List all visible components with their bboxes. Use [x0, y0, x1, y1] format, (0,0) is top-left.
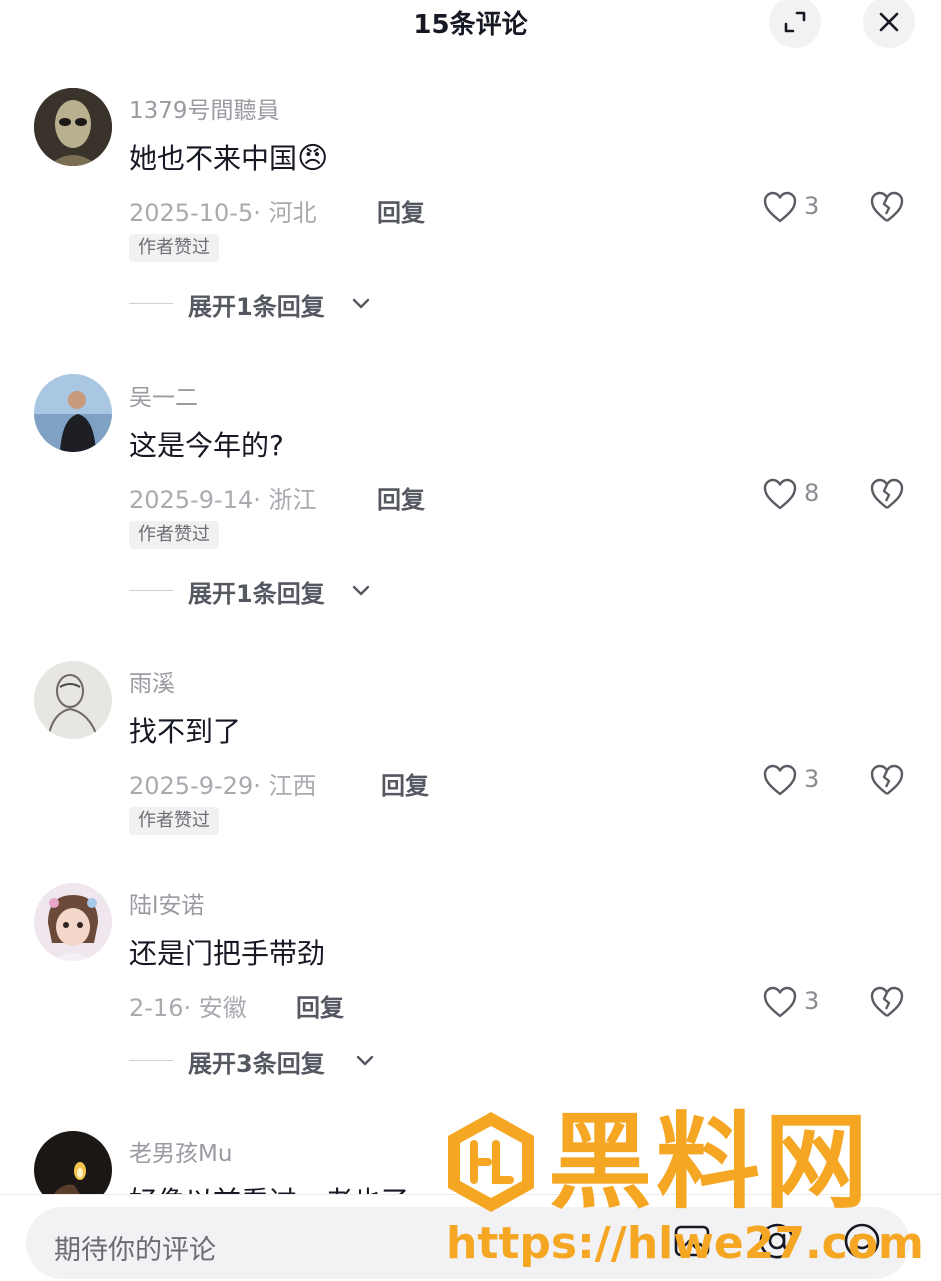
heart-icon	[763, 764, 797, 796]
author-liked-badge: 作者赞过	[129, 234, 219, 262]
comment-username[interactable]: 老男孩Mu	[129, 1134, 232, 1168]
expand-replies-label: 展开1条回复	[188, 293, 325, 321]
divider-line	[129, 303, 173, 304]
chevron-down-icon	[352, 585, 370, 596]
comment-input-placeholder: 期待你的评论	[54, 1235, 216, 1266]
like-button[interactable]: 8	[762, 477, 832, 513]
like-count: 3	[804, 765, 820, 793]
comment-date-location: 2025-10-5· 河北	[129, 199, 317, 227]
comment-date-location: 2025-9-29· 江西	[129, 772, 317, 800]
heart-icon	[763, 478, 797, 510]
like-button[interactable]: 3	[762, 190, 832, 226]
reply-button[interactable]: 回复	[381, 766, 429, 801]
heart-icon	[763, 191, 797, 223]
comment-input-bar: 期待你的评论	[0, 1194, 941, 1281]
avatar[interactable]	[34, 661, 112, 739]
comment-text: 这是今年的?	[129, 429, 284, 462]
comments-header: 15条评论	[0, 0, 941, 48]
dislike-button[interactable]	[868, 763, 906, 799]
comment-text-body: 她也不来中国	[129, 142, 298, 175]
at-icon[interactable]	[757, 1221, 797, 1261]
broken-heart-icon	[870, 764, 904, 795]
close-icon	[879, 12, 899, 32]
chevron-down-icon	[356, 1055, 374, 1066]
reply-button[interactable]: 回复	[296, 988, 344, 1023]
like-button[interactable]: 3	[762, 985, 832, 1021]
comment-text: 找不到了	[129, 715, 242, 748]
broken-heart-icon	[870, 478, 904, 509]
expand-replies-label: 展开1条回复	[188, 580, 325, 608]
chevron-down-icon	[352, 298, 370, 309]
comment-text: 还是门把手带劲	[129, 937, 326, 970]
avatar[interactable]	[34, 374, 112, 452]
like-count: 8	[804, 479, 820, 507]
expand-replies-label: 展开3条回复	[188, 1050, 325, 1078]
like-button[interactable]: 3	[762, 763, 832, 799]
emoji-icon[interactable]	[842, 1221, 882, 1261]
expand-icon	[784, 11, 806, 33]
dislike-button[interactable]	[868, 477, 906, 513]
comment-username[interactable]: 1379号間聽員	[129, 91, 280, 125]
author-liked-badge: 作者赞过	[129, 521, 219, 549]
comment-username[interactable]: 吴一二	[129, 378, 198, 412]
heart-icon	[763, 986, 797, 1018]
angry-emoji: 😠	[297, 141, 329, 176]
dislike-button[interactable]	[868, 985, 906, 1021]
comment-date-location: 2025-9-14· 浙江	[129, 486, 317, 514]
reply-button[interactable]: 回复	[377, 480, 425, 515]
broken-heart-icon	[870, 191, 904, 222]
comment-username[interactable]: 陆l安诺	[129, 886, 204, 920]
image-icon[interactable]	[672, 1221, 712, 1261]
like-count: 3	[804, 987, 820, 1015]
like-count: 3	[804, 192, 820, 220]
divider-line	[129, 590, 173, 591]
comment-date-location: 2-16· 安徽	[129, 994, 247, 1022]
dislike-button[interactable]	[868, 190, 906, 226]
comment-text: 她也不来中国😠	[129, 137, 328, 177]
avatar[interactable]	[34, 883, 112, 961]
reply-button[interactable]: 回复	[377, 193, 425, 228]
divider-line	[129, 1060, 173, 1061]
author-liked-badge: 作者赞过	[129, 807, 219, 835]
broken-heart-icon	[870, 986, 904, 1017]
comment-username[interactable]: 雨溪	[129, 664, 175, 698]
avatar[interactable]	[34, 88, 112, 166]
